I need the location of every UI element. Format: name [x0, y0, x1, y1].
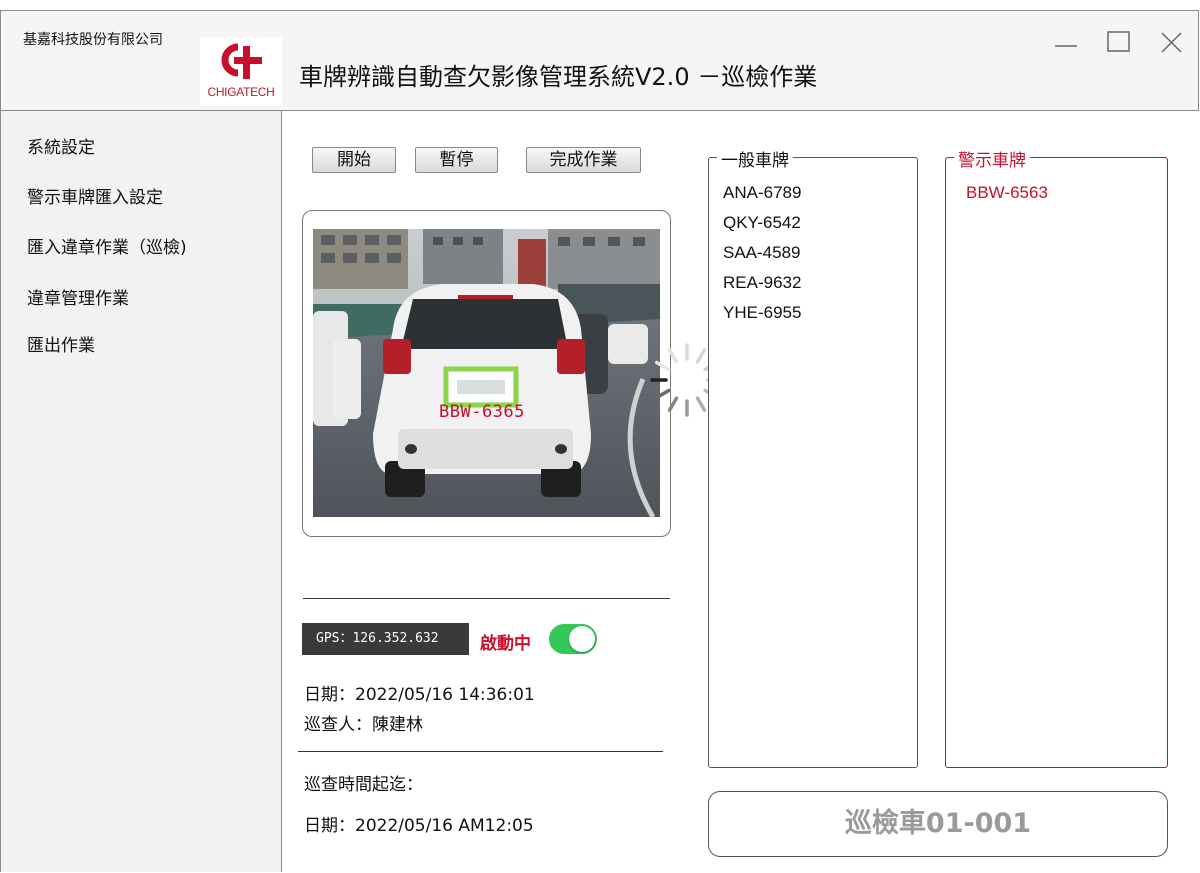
pause-button[interactable]: 暫停: [415, 147, 498, 173]
general-plate-item[interactable]: QKY-6542: [723, 208, 801, 238]
finish-button[interactable]: 完成作業: [526, 147, 641, 173]
sidebar-item-system-settings[interactable]: 系統設定: [27, 133, 95, 158]
camera-image: BBW-6365: [313, 229, 660, 517]
sidebar: 系統設定 警示車牌匯入設定 匯入違章作業（巡檢) 違章管理作業 匯出作業: [1, 111, 282, 872]
sidebar-item-export[interactable]: 匯出作業: [27, 331, 95, 356]
detected-plate-label: BBW-6365: [439, 402, 525, 422]
logo-text: CHIGATECH: [207, 85, 275, 99]
general-plates-panel: 一般車牌 ANA-6789 QKY-6542 SAA-4589 REA-9632…: [708, 146, 918, 768]
minimize-icon[interactable]: [1053, 29, 1079, 55]
period-label: 巡查時間起迄：: [304, 775, 423, 795]
general-plate-item[interactable]: ANA-6789: [723, 178, 801, 208]
title-bar: 基嘉科技股份有限公司 CHIGATECH 車牌辨識自動查欠影像管理系統V2.0 …: [1, 11, 1198, 111]
main-panel: 開始 暫停 完成作業 BBW-6365 GPS：126.352.632 啟動中 …: [282, 111, 1199, 872]
alert-plates-title: 警示車牌: [954, 146, 1030, 171]
window-title: 車牌辨識自動查欠影像管理系統V2.0 －巡檢作業: [299, 63, 818, 91]
camera-view-frame: BBW-6365: [302, 210, 671, 537]
general-plate-item[interactable]: REA-9632: [723, 268, 801, 298]
period-date: 日期：2022/05/16 AM12:05: [304, 816, 534, 836]
general-plate-item[interactable]: YHE-6955: [723, 298, 801, 328]
vehicle-id-display: 巡檢車01-001: [708, 791, 1168, 857]
close-icon[interactable]: [1159, 29, 1185, 55]
maximize-icon[interactable]: [1106, 29, 1132, 55]
alert-plates-panel: 警示車牌 BBW-6563: [945, 146, 1168, 768]
gps-readout: GPS：126.352.632: [302, 623, 469, 655]
app-window: 基嘉科技股份有限公司 CHIGATECH 車牌辨識自動查欠影像管理系統V2.0 …: [0, 10, 1199, 872]
current-date: 日期：2022/05/16 14:36:01: [304, 685, 535, 705]
toggle-knob: [569, 626, 595, 652]
start-button[interactable]: 開始: [312, 147, 396, 173]
status-label: 啟動中: [480, 634, 531, 654]
inspector-name: 巡查人：陳建林: [304, 715, 423, 735]
general-plate-item[interactable]: SAA-4589: [723, 238, 801, 268]
company-logo: CHIGATECH: [200, 37, 282, 105]
company-name: 基嘉科技股份有限公司: [23, 32, 163, 48]
divider: [303, 598, 670, 599]
divider: [298, 751, 663, 752]
general-plates-title: 一般車牌: [717, 146, 793, 171]
alert-plate-item[interactable]: BBW-6563: [966, 178, 1048, 208]
sidebar-item-import-violations[interactable]: 匯入違章作業（巡檢): [27, 233, 187, 258]
sidebar-item-violation-management[interactable]: 違章管理作業: [27, 284, 129, 309]
active-toggle[interactable]: [549, 624, 597, 654]
sidebar-item-alert-plate-import[interactable]: 警示車牌匯入設定: [27, 183, 163, 208]
